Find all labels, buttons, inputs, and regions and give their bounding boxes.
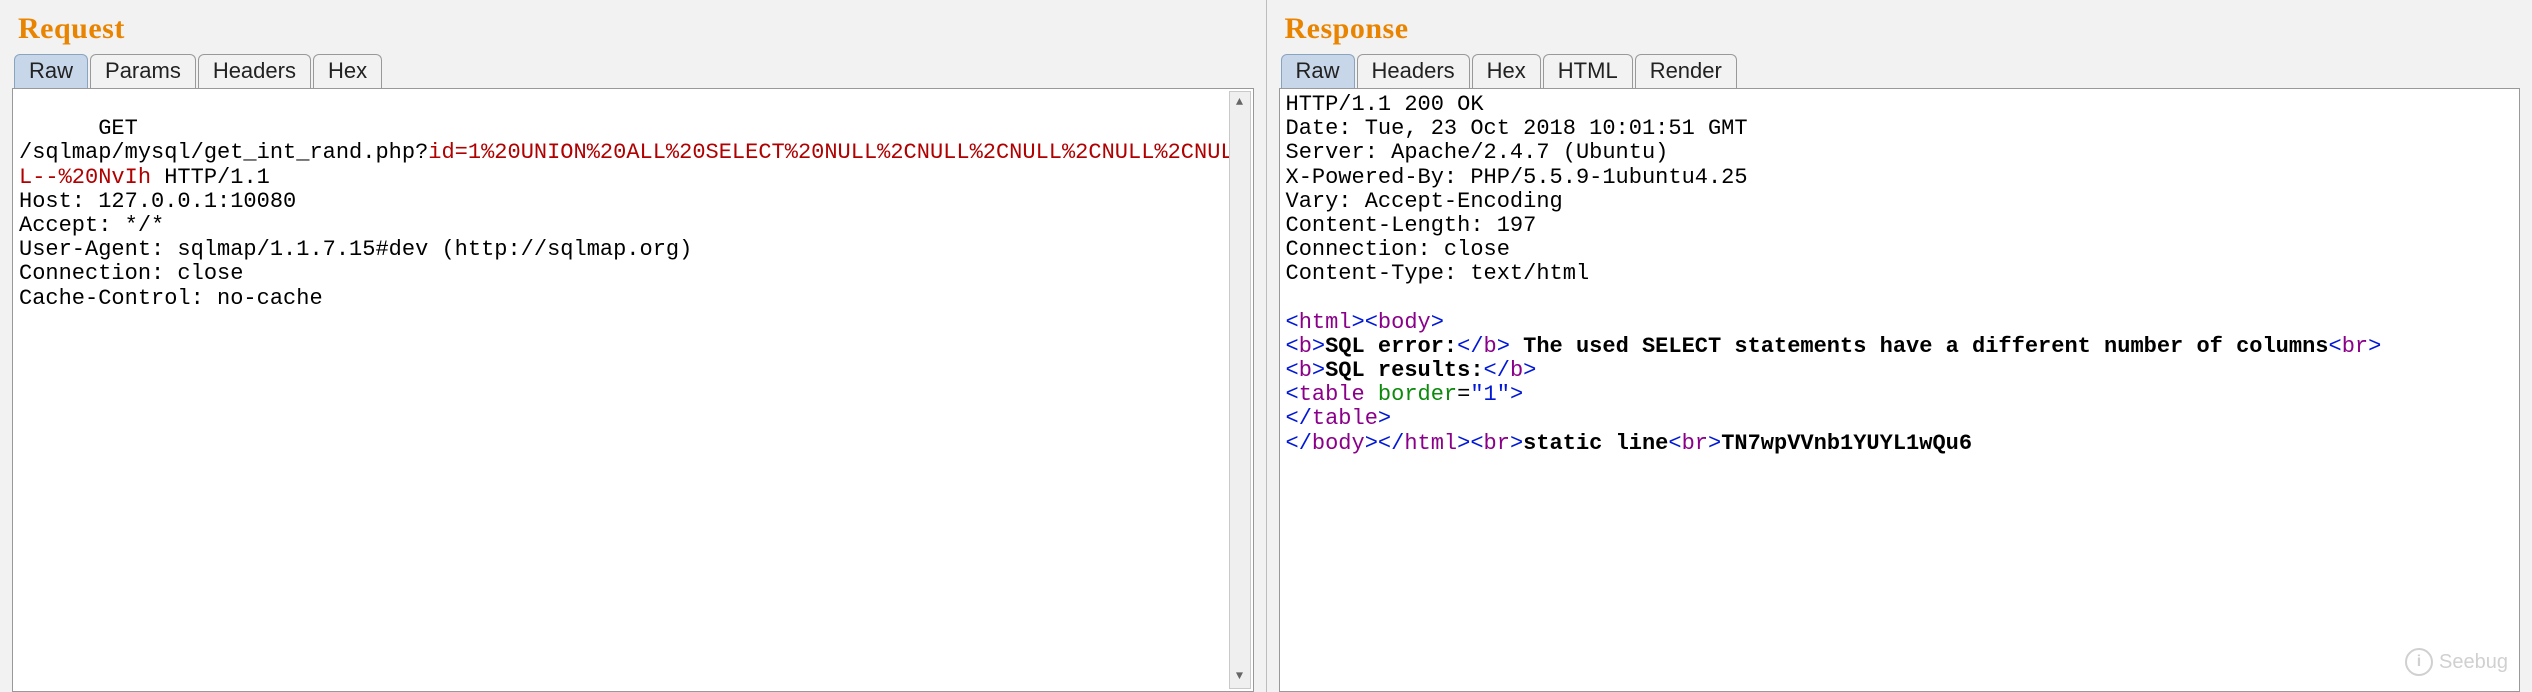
tag-html: html	[1404, 431, 1457, 456]
eq: =	[1457, 382, 1470, 407]
tab-params[interactable]: Params	[90, 54, 196, 88]
tag-close: >	[2368, 334, 2381, 359]
tag-close: >	[1431, 310, 1444, 335]
tag-close: >	[1523, 358, 1536, 383]
tag-close: >	[1457, 431, 1470, 456]
sql-error-text: The used SELECT statements have a differ…	[1510, 334, 2329, 359]
tag-close: >	[1352, 310, 1365, 335]
request-scrollbar[interactable]: ▲ ▼	[1229, 91, 1251, 689]
tab-hex[interactable]: Hex	[313, 54, 382, 88]
tag-b: b	[1510, 358, 1523, 383]
tag-br: br	[1682, 431, 1708, 456]
response-tabs: RawHeadersHexHTMLRender	[1281, 54, 2521, 88]
tag-open: <	[1286, 358, 1299, 383]
tag-open: </	[1457, 334, 1483, 359]
tag-open: <	[1668, 431, 1681, 456]
rand-token: TN7wpVVnb1YUYL1wQu6	[1721, 431, 1972, 456]
request-title: Request	[18, 12, 1254, 46]
request-path: /sqlmap/mysql/get_int_rand.php?	[19, 140, 428, 165]
tag-body: body	[1378, 310, 1431, 335]
tag-open: <	[1286, 334, 1299, 359]
tag-table: table	[1312, 406, 1378, 431]
tag-html: html	[1299, 310, 1352, 335]
request-headers: Host: 127.0.0.1:10080 Accept: */* User-A…	[19, 189, 692, 311]
tag-open: </	[1378, 431, 1404, 456]
tag-close: >	[1378, 406, 1391, 431]
tag-open: <	[1286, 310, 1299, 335]
tag-close: >	[1365, 431, 1378, 456]
static-line: static line	[1523, 431, 1668, 456]
scroll-down-icon[interactable]: ▼	[1230, 666, 1250, 688]
response-title: Response	[1285, 12, 2521, 46]
sql-results-label: SQL results:	[1325, 358, 1483, 383]
tag-open: </	[1286, 406, 1312, 431]
tag-close: >	[1510, 382, 1523, 407]
tag-open: </	[1286, 431, 1312, 456]
tab-render[interactable]: Render	[1635, 54, 1737, 88]
tag-open: </	[1484, 358, 1510, 383]
tag-open: <	[1470, 431, 1483, 456]
response-content[interactable]: HTTP/1.1 200 OK Date: Tue, 23 Oct 2018 1…	[1279, 88, 2521, 692]
tag-close: >	[1708, 431, 1721, 456]
tag-open: <	[2329, 334, 2342, 359]
attr-border: border	[1378, 382, 1457, 407]
http-version: HTTP/1.1	[151, 165, 270, 190]
attr-val: "1"	[1470, 382, 1510, 407]
tag-b: b	[1299, 334, 1312, 359]
response-panel: Response RawHeadersHexHTMLRender HTTP/1.…	[1267, 0, 2532, 692]
response-headers: Date: Tue, 23 Oct 2018 10:01:51 GMT Serv…	[1286, 116, 1748, 286]
tag-open: <	[1365, 310, 1378, 335]
tag-close: >	[1312, 358, 1325, 383]
sql-error-label: SQL error:	[1325, 334, 1457, 359]
tag-b: b	[1484, 334, 1497, 359]
tab-hex[interactable]: Hex	[1472, 54, 1541, 88]
tag-open: <	[1286, 382, 1299, 407]
tag-b: b	[1299, 358, 1312, 383]
http-method: GET	[98, 116, 138, 141]
tag-close: >	[1510, 431, 1523, 456]
tab-raw[interactable]: Raw	[1281, 54, 1355, 88]
tab-headers[interactable]: Headers	[198, 54, 311, 88]
request-tabs: RawParamsHeadersHex	[14, 54, 1254, 88]
request-content[interactable]: GET/sqlmap/mysql/get_int_rand.php?id=1%2…	[12, 88, 1254, 692]
tab-headers[interactable]: Headers	[1357, 54, 1470, 88]
request-panel: Request RawParamsHeadersHex GET/sqlmap/m…	[0, 0, 1267, 692]
tab-raw[interactable]: Raw	[14, 54, 88, 88]
tag-body: body	[1312, 431, 1365, 456]
status-line: HTTP/1.1 200 OK	[1286, 92, 1484, 117]
tab-html[interactable]: HTML	[1543, 54, 1633, 88]
tag-br: br	[1484, 431, 1510, 456]
tag-br: br	[2342, 334, 2368, 359]
tag-close: >	[1497, 334, 1510, 359]
tag-close: >	[1312, 334, 1325, 359]
scroll-up-icon[interactable]: ▲	[1230, 92, 1250, 114]
tag-table: table	[1299, 382, 1365, 407]
